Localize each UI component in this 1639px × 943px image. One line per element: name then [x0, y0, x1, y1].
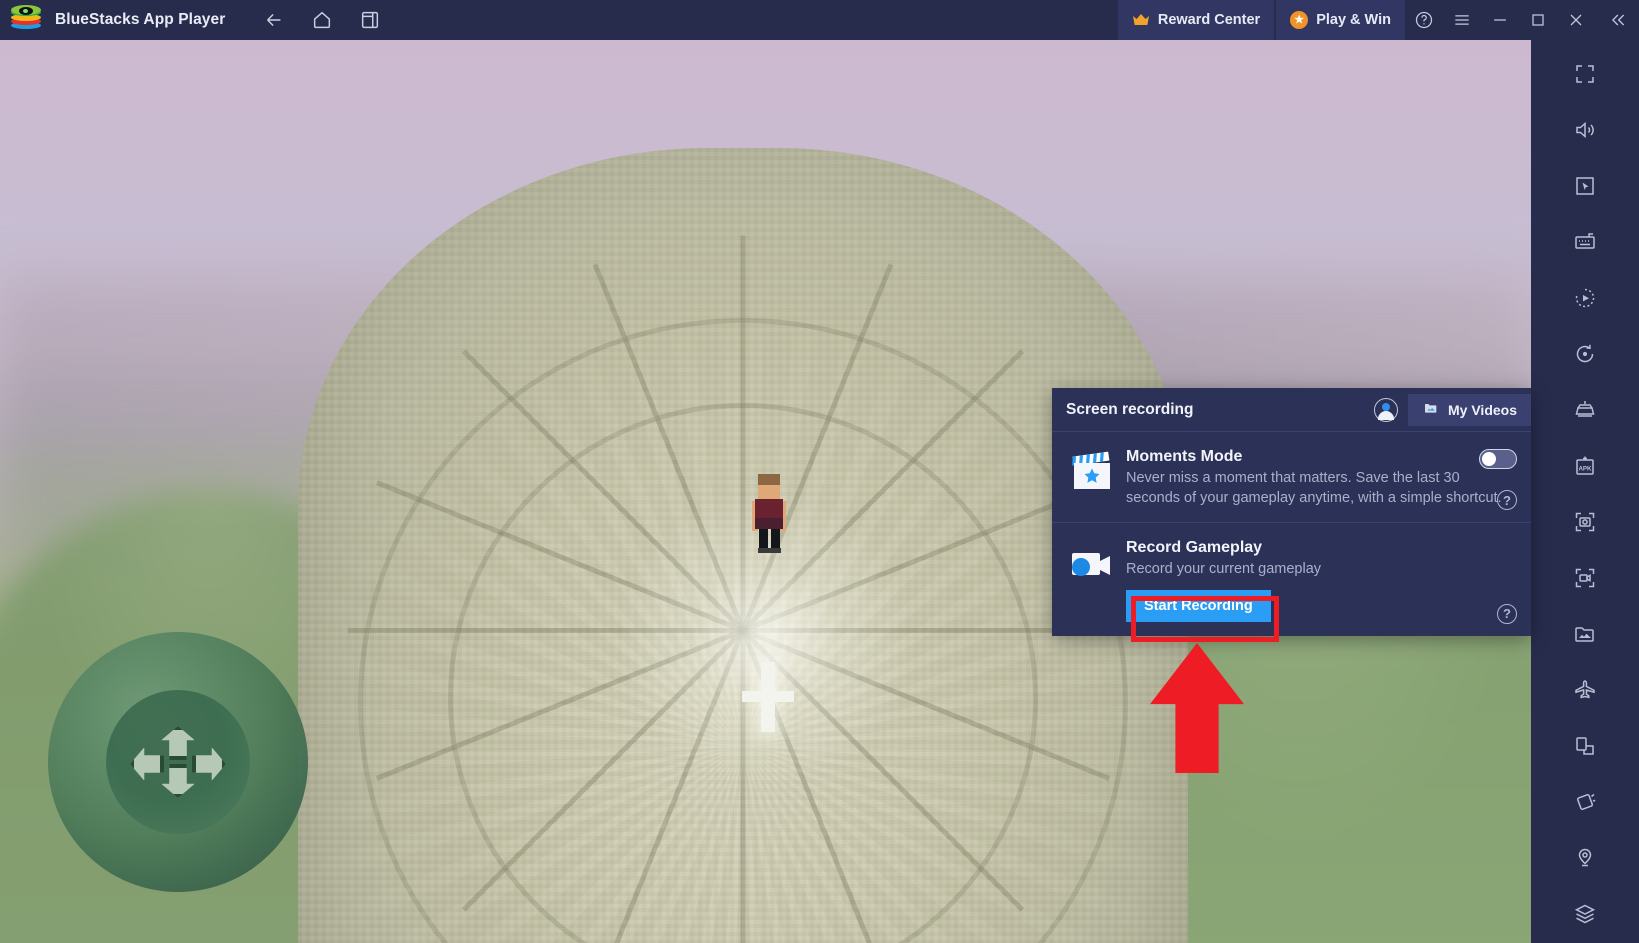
- location-pin-icon[interactable]: [1557, 830, 1613, 886]
- play-and-win-label: Play & Win: [1316, 12, 1391, 28]
- dpad-control[interactable]: [48, 632, 308, 892]
- keyboard-icon[interactable]: [1557, 214, 1613, 270]
- fullscreen-icon[interactable]: [1557, 46, 1613, 102]
- layers-icon[interactable]: [1557, 886, 1613, 942]
- rpg-icon[interactable]: [1557, 382, 1613, 438]
- account-avatar-icon[interactable]: [1374, 397, 1398, 422]
- clapperboard-star-icon: [1066, 448, 1126, 508]
- moments-mode-help-icon[interactable]: ?: [1497, 490, 1517, 510]
- screen-recording-panel: Screen recording My Videos Moments Mode …: [1052, 388, 1531, 636]
- video-frame-icon[interactable]: [1557, 550, 1613, 606]
- record-gameplay-title: Record Gameplay: [1126, 539, 1263, 556]
- back-icon[interactable]: [257, 3, 291, 37]
- window-buttons: [1405, 0, 1639, 40]
- apk-icon[interactable]: APK: [1557, 438, 1613, 494]
- camcorder-icon: [1066, 539, 1126, 622]
- glowing-sword: [742, 662, 794, 732]
- camera-frame-icon[interactable]: [1557, 494, 1613, 550]
- volume-icon[interactable]: [1557, 102, 1613, 158]
- player-sprite: [752, 474, 786, 553]
- moments-mode-row: Moments Mode Never miss a moment that ma…: [1052, 431, 1531, 522]
- app-title: BlueStacks App Player: [55, 11, 226, 28]
- shake-icon[interactable]: [1557, 774, 1613, 830]
- record-gameplay-description: Record your current gameplay: [1126, 561, 1322, 577]
- moments-mode-toggle[interactable]: [1479, 449, 1517, 469]
- maximize-icon[interactable]: [1519, 0, 1557, 40]
- play-and-win-button[interactable]: ★ Play & Win: [1276, 0, 1405, 40]
- crown-icon: [1132, 13, 1150, 27]
- panel-header: Screen recording My Videos: [1052, 388, 1531, 431]
- macro-play-icon[interactable]: [1557, 270, 1613, 326]
- bluestacks-logo: [11, 5, 41, 35]
- chevrons-left-icon[interactable]: [1595, 0, 1639, 40]
- titlebar-nav: [257, 3, 387, 37]
- panel-title: Screen recording: [1066, 400, 1194, 418]
- moments-mode-description: Never miss a moment that matters. Save t…: [1126, 470, 1502, 506]
- titlebar-right: Reward Center ★ Play & Win: [1117, 0, 1639, 40]
- recents-icon[interactable]: [353, 3, 387, 37]
- my-videos-button[interactable]: My Videos: [1408, 393, 1531, 426]
- reward-center-label: Reward Center: [1157, 12, 1261, 28]
- moments-mode-title: Moments Mode: [1126, 448, 1243, 465]
- sync-rotate-icon[interactable]: [1557, 326, 1613, 382]
- media-folder-icon: [1422, 400, 1440, 419]
- start-recording-button[interactable]: Start Recording: [1126, 589, 1271, 622]
- dpad-inner-ring: [106, 690, 250, 834]
- minimize-icon[interactable]: [1481, 0, 1519, 40]
- copy-windows-icon[interactable]: [1557, 718, 1613, 774]
- home-icon[interactable]: [305, 3, 339, 37]
- tools-sidebar: APK: [1531, 40, 1639, 943]
- title-bar: BlueStacks App Player Reward Center ★ Pl: [0, 0, 1639, 40]
- star-badge-icon: ★: [1290, 11, 1309, 29]
- my-videos-label: My Videos: [1448, 401, 1517, 418]
- question-circle-icon[interactable]: [1405, 0, 1443, 40]
- record-gameplay-help-icon[interactable]: ?: [1497, 603, 1517, 624]
- hamburger-icon[interactable]: [1443, 0, 1481, 40]
- bluestacks-window: BlueStacks App Player Reward Center ★ Pl: [0, 0, 1639, 943]
- record-gameplay-row: Record Gameplay Record your current game…: [1052, 522, 1531, 636]
- media-folder-icon[interactable]: [1557, 606, 1613, 662]
- reward-center-button[interactable]: Reward Center: [1117, 0, 1275, 40]
- pointer-box-icon[interactable]: [1557, 158, 1613, 214]
- close-icon[interactable]: [1557, 0, 1595, 40]
- svg-text:APK: APK: [1578, 465, 1592, 472]
- airplane-icon[interactable]: [1557, 662, 1613, 718]
